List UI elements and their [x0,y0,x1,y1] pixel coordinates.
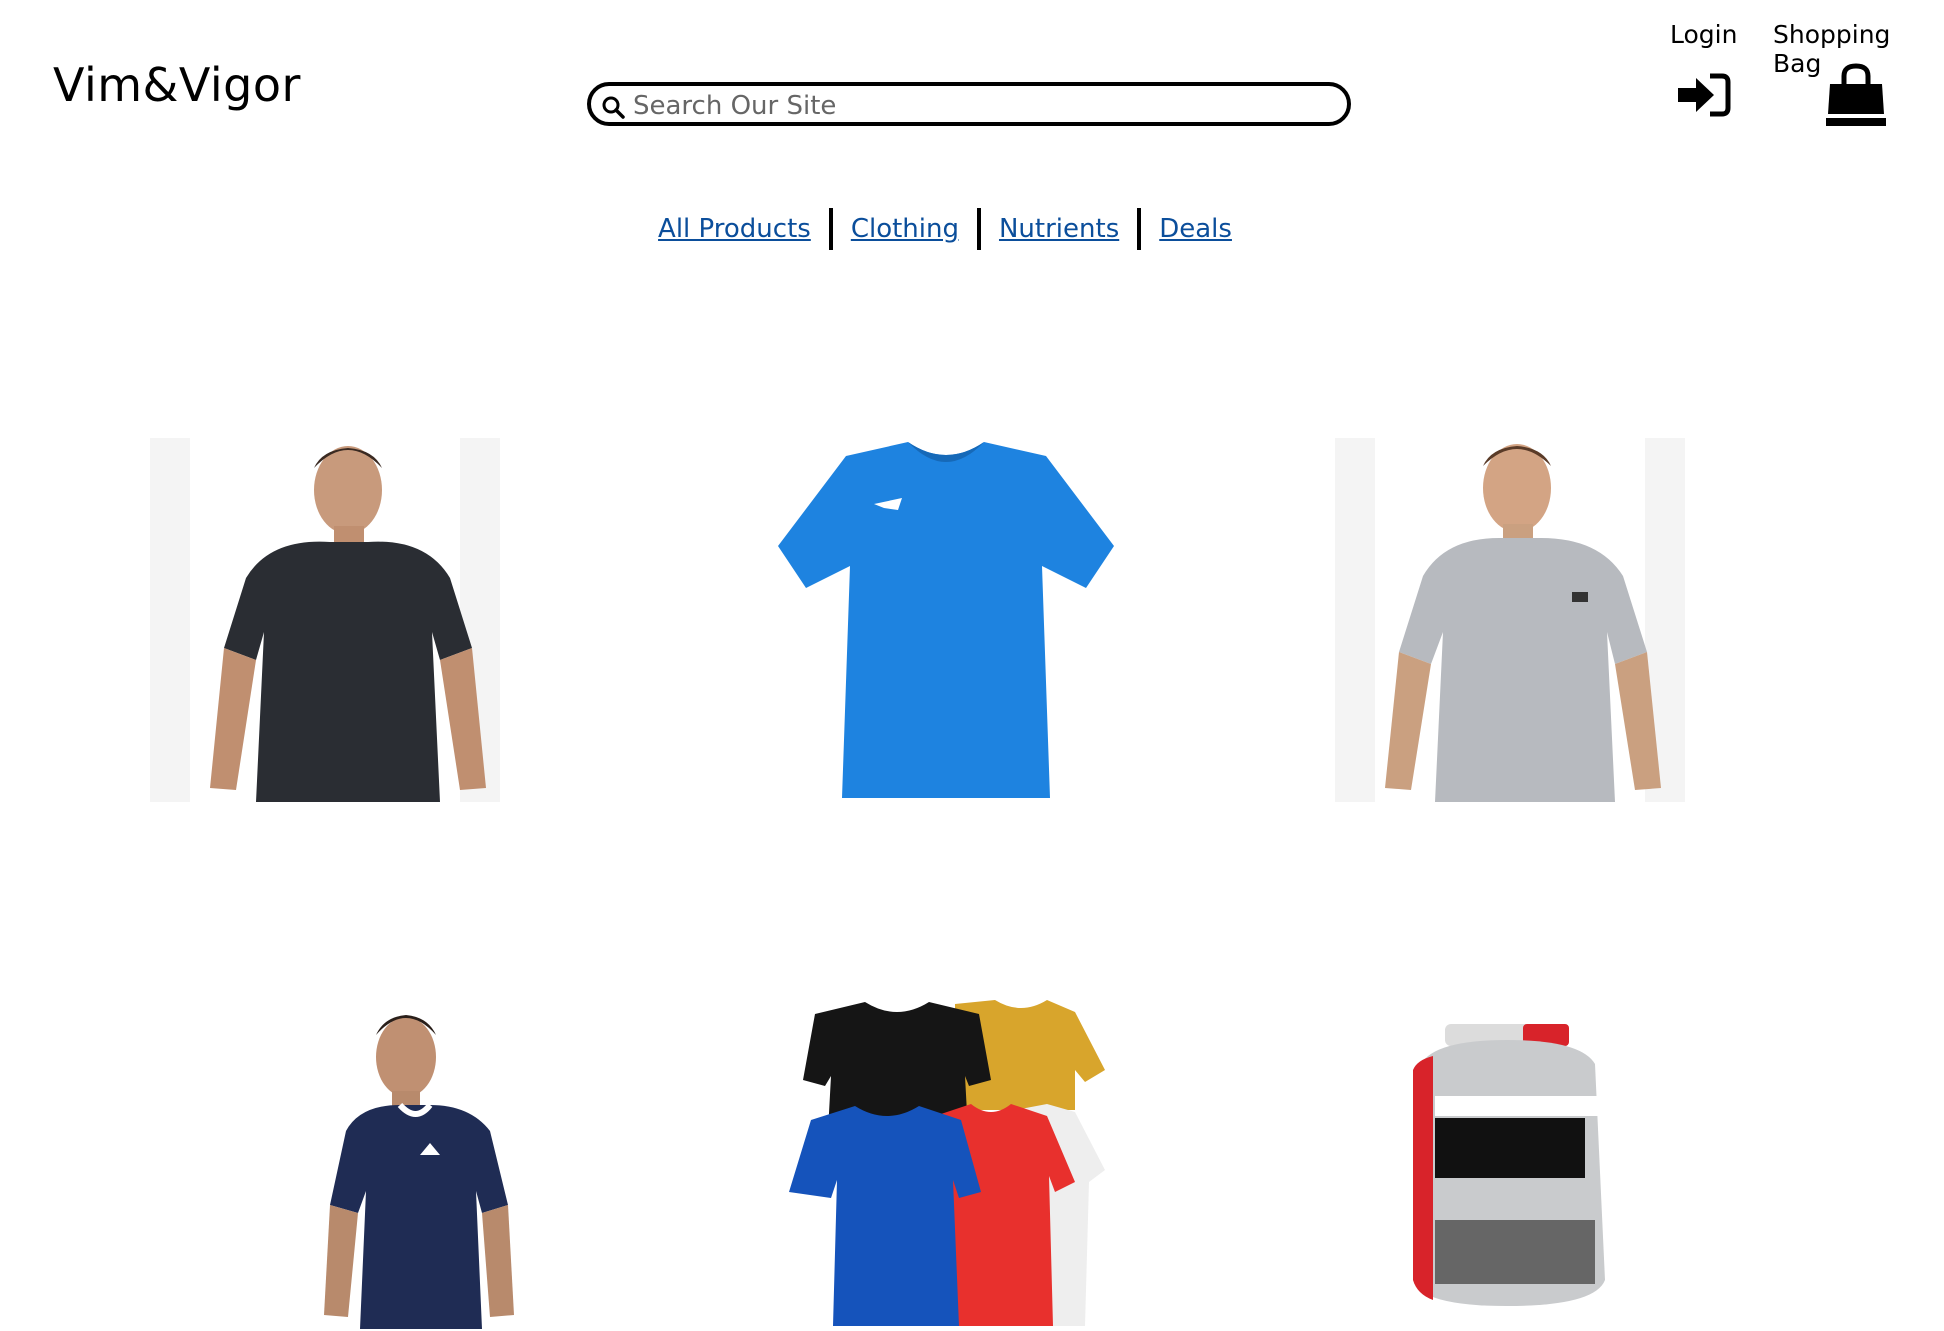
product-card-grey-tshirt[interactable] [1335,438,1685,802]
login-link[interactable]: Login [1670,20,1737,49]
search-input[interactable] [631,88,1335,124]
search-bar[interactable] [587,82,1351,126]
product-card-protein-tub[interactable] [1405,1010,1615,1310]
shopping-bag-icon[interactable] [1824,62,1888,128]
nav-clothing[interactable]: Clothing [833,214,977,244]
sign-in-icon[interactable] [1676,70,1732,120]
product-card-multipack-tshirts[interactable] [785,1000,1145,1330]
product-image[interactable] [1405,1010,1615,1310]
product-image[interactable] [150,438,500,802]
nav-all-products[interactable]: All Products [640,214,829,244]
nav-nutrients[interactable]: Nutrients [981,214,1137,244]
product-card-black-tshirt[interactable] [150,438,500,802]
product-card-blue-puma-tshirt[interactable] [770,438,1120,802]
nav-deals[interactable]: Deals [1141,214,1250,244]
product-image[interactable] [785,1000,1145,1330]
product-card-navy-adidas-tshirt[interactable] [320,1005,520,1331]
product-image[interactable] [1335,438,1685,802]
product-image[interactable] [770,438,1120,802]
product-image[interactable] [320,1005,520,1331]
search-icon[interactable] [601,95,625,119]
category-nav: All Products Clothing Nutrients Deals [0,208,1890,250]
site-logo[interactable]: Vim&Vigor [53,58,301,112]
